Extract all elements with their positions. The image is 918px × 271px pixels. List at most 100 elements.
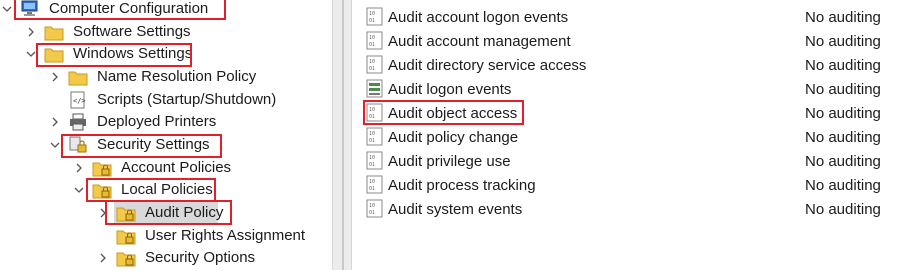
policy-row[interactable]: 10 01 Audit account management No auditin… xyxy=(352,29,918,53)
tree-label: Account Policies xyxy=(121,159,232,176)
svg-text:01: 01 xyxy=(369,162,375,168)
computer-icon xyxy=(20,0,40,18)
policy-icon: 10 01 xyxy=(366,199,384,219)
chevron-down-icon[interactable] xyxy=(48,138,62,152)
tree-label: Local Policies xyxy=(121,181,213,198)
svg-text:01: 01 xyxy=(369,114,375,120)
policy-icon: 10 01 xyxy=(366,55,384,75)
policy-name: Audit object access xyxy=(388,104,518,122)
tree-node-security-options[interactable]: Security Options xyxy=(96,247,258,269)
policy-setting: No auditing xyxy=(805,32,881,50)
policy-name: Audit process tracking xyxy=(388,176,536,194)
policy-setting: No auditing xyxy=(805,128,881,146)
tree-label: Windows Settings xyxy=(73,45,193,62)
svg-text:10: 10 xyxy=(369,179,375,185)
policy-name: Audit account management xyxy=(388,32,571,50)
policy-server-icon xyxy=(366,79,384,99)
policy-icon: 10 01 xyxy=(366,7,384,27)
policy-name: Audit privilege use xyxy=(388,152,511,170)
locked-folder-icon xyxy=(116,227,136,245)
tree-node-scripts[interactable]: </> Scripts (Startup/Shutdown) xyxy=(48,89,279,111)
policy-icon: 10 01 xyxy=(366,151,384,171)
svg-text:10: 10 xyxy=(369,11,375,17)
tree-label: Deployed Printers xyxy=(97,113,217,130)
printer-icon xyxy=(68,113,88,131)
tree-label: Software Settings xyxy=(73,23,191,40)
tree-label: Name Resolution Policy xyxy=(97,68,257,85)
chevron-right-icon[interactable] xyxy=(96,206,110,220)
svg-text:10: 10 xyxy=(369,131,375,137)
chevron-right-icon[interactable] xyxy=(24,25,38,39)
policy-setting: No auditing xyxy=(805,80,881,98)
svg-text:10: 10 xyxy=(369,59,375,65)
tree-label: Scripts (Startup/Shutdown) xyxy=(97,91,277,108)
policy-row[interactable]: Audit logon events No auditing xyxy=(352,77,918,101)
policy-name: Audit policy change xyxy=(388,128,519,146)
security-settings-icon xyxy=(68,136,88,154)
policy-setting: No auditing xyxy=(805,152,881,170)
locked-folder-icon xyxy=(92,159,112,177)
chevron-down-icon[interactable] xyxy=(24,47,38,61)
tree-label: Audit Policy xyxy=(145,204,224,221)
svg-text:01: 01 xyxy=(369,42,375,48)
chevron-right-icon[interactable] xyxy=(96,251,110,265)
policy-row[interactable]: 10 01 Audit process tracking No auditing xyxy=(352,173,918,197)
folder-icon xyxy=(44,45,64,63)
tree-node-software-settings[interactable]: Software Settings xyxy=(24,21,194,43)
policy-row[interactable]: 10 01 Audit object access No auditing xyxy=(352,101,918,125)
policy-name: Audit directory service access xyxy=(388,56,587,74)
svg-text:01: 01 xyxy=(369,66,375,72)
policy-icon: 10 01 xyxy=(366,31,384,51)
pane-splitter[interactable] xyxy=(332,0,352,270)
locked-folder-icon xyxy=(116,249,136,267)
svg-text:10: 10 xyxy=(369,203,375,209)
tree-label: Security Options xyxy=(145,249,256,266)
folder-icon xyxy=(68,68,88,86)
locked-folder-icon xyxy=(116,204,136,222)
tree-label: Security Settings xyxy=(97,136,210,153)
policy-setting: No auditing xyxy=(805,56,881,74)
policy-row[interactable]: 10 01 Audit policy change No auditing xyxy=(352,125,918,149)
policy-icon: 10 01 xyxy=(366,175,384,195)
script-icon: </> xyxy=(68,91,88,109)
tree-node-local-policies[interactable]: Local Policies xyxy=(72,179,216,201)
tree-node-name-resolution-policy[interactable]: Name Resolution Policy xyxy=(48,66,259,88)
svg-text:</>: </> xyxy=(73,97,86,105)
policy-icon: 10 01 xyxy=(366,103,384,123)
chevron-right-icon[interactable] xyxy=(72,161,86,175)
tree-node-computer-configuration[interactable]: Computer Configuration xyxy=(0,0,211,20)
tree-label: Computer Configuration xyxy=(49,0,209,17)
policy-icon: 10 01 xyxy=(366,127,384,147)
policy-setting: No auditing xyxy=(805,104,881,122)
chevron-down-icon[interactable] xyxy=(72,183,86,197)
policy-row[interactable]: 10 01 Audit privilege use No auditing xyxy=(352,149,918,173)
chevron-down-icon[interactable] xyxy=(0,2,14,16)
svg-text:01: 01 xyxy=(369,186,375,192)
tree-node-security-settings[interactable]: Security Settings xyxy=(48,134,213,156)
tree-node-deployed-printers[interactable]: Deployed Printers xyxy=(48,111,219,133)
policy-setting: No auditing xyxy=(805,176,881,194)
tree-node-user-rights-assignment[interactable]: User Rights Assignment xyxy=(96,225,308,247)
svg-text:01: 01 xyxy=(369,210,375,216)
policy-setting: No auditing xyxy=(805,200,881,218)
tree-label: User Rights Assignment xyxy=(145,227,306,244)
policy-setting: No auditing xyxy=(805,8,881,26)
tree-node-windows-settings[interactable]: Windows Settings xyxy=(24,43,195,65)
svg-text:01: 01 xyxy=(369,18,375,24)
policy-row[interactable]: 10 01 Audit system events No auditing xyxy=(352,197,918,221)
tree-node-account-policies[interactable]: Account Policies xyxy=(72,157,234,179)
svg-text:10: 10 xyxy=(369,155,375,161)
policy-list: 10 01 Audit account logon events No audit… xyxy=(352,0,918,270)
policy-name: Audit system events xyxy=(388,200,523,218)
policy-name: Audit logon events xyxy=(388,80,512,98)
tree-node-audit-policy[interactable]: Audit Policy xyxy=(96,202,226,224)
chevron-right-icon[interactable] xyxy=(48,70,62,84)
policy-row[interactable]: 10 01 Audit directory service access No a… xyxy=(352,53,918,77)
svg-text:01: 01 xyxy=(369,138,375,144)
svg-text:10: 10 xyxy=(369,107,375,113)
svg-text:10: 10 xyxy=(369,35,375,41)
navigation-tree: Computer Configuration Software Settings… xyxy=(0,0,332,270)
locked-folder-icon xyxy=(92,181,112,199)
policy-row[interactable]: 10 01 Audit account logon events No audit… xyxy=(352,5,918,29)
chevron-right-icon[interactable] xyxy=(48,115,62,129)
